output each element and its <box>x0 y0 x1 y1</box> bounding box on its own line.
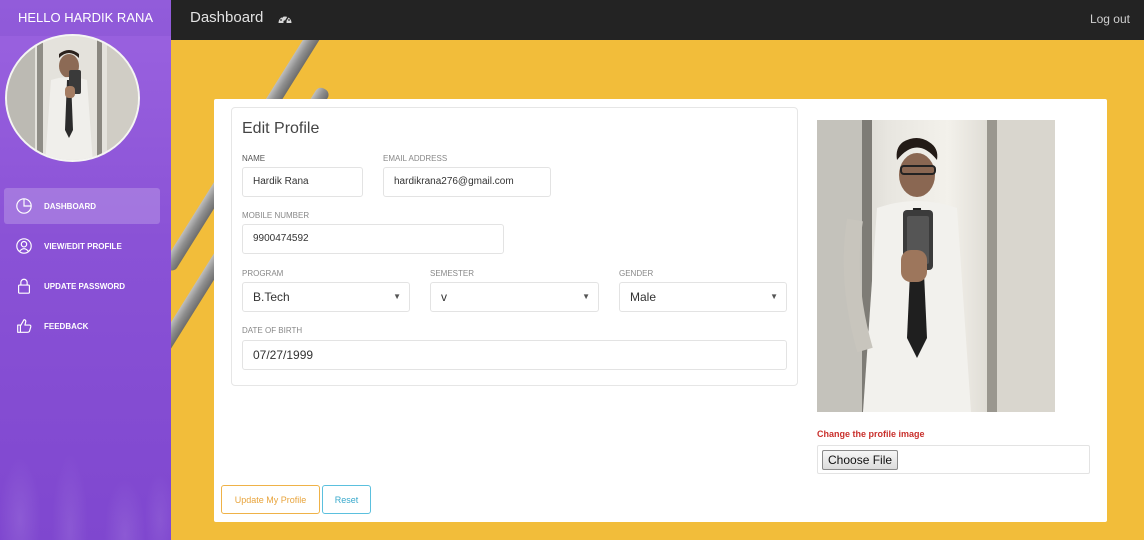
sidebar-item-label: VIEW/EDIT PROFILE <box>44 241 122 251</box>
thumbs-up-icon <box>15 317 33 335</box>
sidebar-item-update-password[interactable]: UPDATE PASSWORD <box>4 268 160 304</box>
sidebar-item-label: FEEDBACK <box>44 321 89 331</box>
avatar <box>5 34 140 162</box>
semester-label: SEMESTER <box>430 269 475 278</box>
avatar-photo <box>7 36 138 160</box>
logout-link[interactable]: Log out <box>1090 12 1130 26</box>
topbar: Dashboard Log out <box>171 0 1144 40</box>
profile-photo <box>817 120 1055 412</box>
form-heading: Edit Profile <box>242 120 320 137</box>
chevron-down-icon: ▼ <box>393 292 401 301</box>
email-label: EMAIL ADDRESS <box>383 154 448 163</box>
edit-profile-form: Edit Profile NAME Hardik Rana EMAIL ADDR… <box>231 107 798 386</box>
sidebar-item-feedback[interactable]: FEEDBACK <box>4 308 160 344</box>
semester-value: v <box>441 290 447 304</box>
user-icon <box>15 237 33 255</box>
name-label: NAME <box>242 154 266 163</box>
profile-photo-image <box>817 120 1055 412</box>
change-profile-image-label: Change the profile image <box>817 429 925 439</box>
reset-button[interactable]: Reset <box>322 485 371 514</box>
lock-icon <box>15 277 33 295</box>
dashboard-gauge-icon <box>277 11 293 27</box>
name-field[interactable]: Hardik Rana <box>242 167 363 197</box>
chevron-down-icon: ▼ <box>770 292 778 301</box>
dob-label: DATE OF BIRTH <box>242 326 303 335</box>
mobile-field[interactable]: 9900474592 <box>242 224 504 254</box>
gender-value: Male <box>630 290 657 304</box>
sidebar-item-view-edit-profile[interactable]: VIEW/EDIT PROFILE <box>4 228 160 264</box>
email-field[interactable]: hardikrana276@gmail.com <box>383 167 551 197</box>
sidebar: HELLO HARDIK RANA DASHBOARD VIEW/EDIT PR… <box>0 0 171 540</box>
program-value: B.Tech <box>253 290 290 304</box>
update-profile-button[interactable]: Update My Profile <box>221 485 320 514</box>
sidebar-item-dashboard[interactable]: DASHBOARD <box>4 188 160 224</box>
edit-profile-card: Edit Profile NAME Hardik Rana EMAIL ADDR… <box>214 99 1107 522</box>
gender-label: GENDER <box>619 269 654 278</box>
program-label: PROGRAM <box>242 269 284 278</box>
chevron-down-icon: ▼ <box>582 292 590 301</box>
greeting: HELLO HARDIK RANA <box>0 0 171 36</box>
semester-select[interactable]: v ▼ <box>430 282 599 312</box>
choose-file-button[interactable]: Choose File <box>822 450 899 470</box>
sidebar-item-label: UPDATE PASSWORD <box>44 281 126 291</box>
sidebar-item-label: DASHBOARD <box>44 201 96 211</box>
page-title: Dashboard <box>190 9 264 26</box>
pie-chart-icon <box>15 197 33 215</box>
program-select[interactable]: B.Tech ▼ <box>242 282 410 312</box>
sidebar-background-trees <box>0 320 171 540</box>
mobile-label: MOBILE NUMBER <box>242 211 310 220</box>
sidebar-nav: DASHBOARD VIEW/EDIT PROFILE UPDATE PASSW… <box>0 188 171 348</box>
gender-select[interactable]: Male ▼ <box>619 282 787 312</box>
file-input: Choose File <box>817 445 1090 474</box>
dob-field[interactable]: 07/27/1999 <box>242 340 787 370</box>
